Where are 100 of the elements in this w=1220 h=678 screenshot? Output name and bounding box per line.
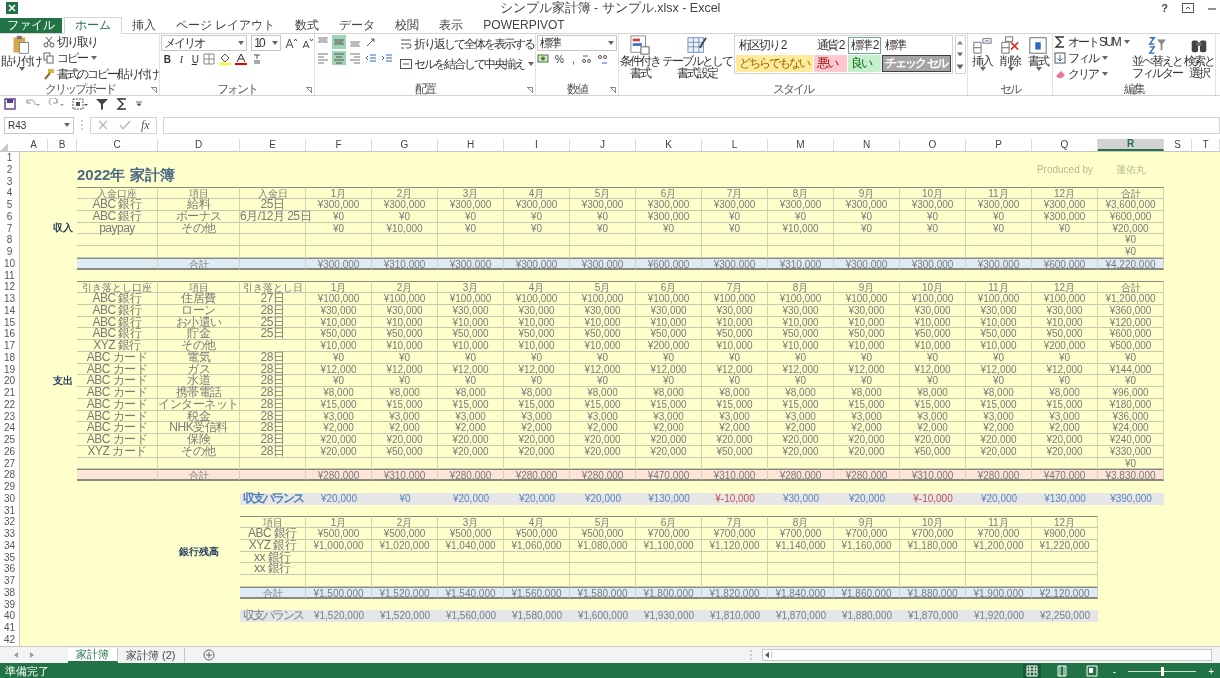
find-select-button[interactable]: 検索と 選択 — [1183, 35, 1214, 83]
clear-button[interactable]: クリア — [1053, 67, 1130, 81]
row-header[interactable]: 16 — [0, 328, 20, 340]
scroll-left-icon[interactable] — [763, 652, 772, 658]
row-header[interactable]: 21 — [0, 387, 20, 399]
increase-decimal-icon[interactable] — [581, 53, 594, 65]
row-header[interactable]: 28 — [0, 469, 20, 481]
row-header[interactable]: 5 — [0, 199, 20, 211]
merge-center-button[interactable]: セルを結合して中央揃え — [400, 57, 535, 71]
cell-style-option[interactable]: 桁区切り 2 — [736, 37, 814, 54]
ribbon-tab[interactable]: ホーム — [64, 17, 122, 34]
decrease-decimal-icon[interactable] — [597, 53, 610, 65]
fill-color-icon[interactable] — [219, 53, 232, 65]
column-header[interactable]: F — [306, 139, 372, 151]
ribbon-tab[interactable]: ページ レイアウト — [166, 18, 286, 33]
sort-filter-button[interactable]: 並べ替えと フィルター — [1131, 35, 1182, 83]
align-middle-icon[interactable] — [332, 35, 347, 49]
align-center-icon[interactable] — [332, 51, 347, 65]
column-header[interactable]: P — [966, 139, 1032, 151]
cell-style-option[interactable]: 良い — [848, 55, 882, 72]
insert-cells-button[interactable]: 挿入 — [968, 35, 995, 83]
sheet-tab[interactable]: 家計簿 (2) — [118, 647, 185, 663]
number-format-dropdown[interactable]: 標準 — [537, 35, 618, 51]
save-icon[interactable] — [4, 98, 16, 110]
column-header[interactable]: M — [768, 139, 834, 151]
dialog-launcher-icon[interactable] — [610, 87, 617, 93]
format-as-table-button[interactable]: テーブルとして 書式設定 — [662, 35, 733, 83]
ribbon-tab[interactable]: 数式 — [285, 18, 330, 33]
formula-input[interactable] — [162, 116, 1220, 134]
split-handle-icon[interactable] — [750, 650, 752, 660]
percent-button[interactable]: % — [553, 53, 564, 65]
column-header[interactable]: J — [570, 139, 636, 151]
zoom-out-button[interactable]: - — [1112, 665, 1117, 677]
select-icon[interactable] — [72, 98, 88, 110]
row-header[interactable]: 24 — [0, 422, 20, 434]
row-header[interactable]: 41 — [0, 622, 20, 634]
format-painter-button[interactable]: 書式のコピー/貼り付け — [43, 67, 159, 81]
column-header[interactable]: D — [158, 139, 240, 151]
row-header[interactable]: 25 — [0, 434, 20, 446]
format-cells-button[interactable]: 書式 — [1024, 35, 1051, 83]
column-header[interactable]: R — [1098, 139, 1164, 151]
column-header[interactable]: K — [636, 139, 702, 151]
row-header[interactable]: 37 — [0, 575, 20, 587]
sheet-tab[interactable]: 家計簿 — [68, 647, 118, 663]
name-box[interactable]: R43 — [4, 116, 74, 134]
row-header[interactable]: 9 — [0, 246, 20, 258]
column-header[interactable]: T — [1192, 139, 1220, 151]
wrap-text-button[interactable]: 折り返して全体を表示する — [400, 37, 535, 51]
column-header[interactable]: L — [702, 139, 768, 151]
column-header[interactable]: I — [504, 139, 570, 151]
column-header[interactable]: O — [900, 139, 966, 151]
shrink-font-icon[interactable] — [301, 37, 314, 49]
font-size-dropdown[interactable]: 10 — [251, 35, 282, 51]
file-tab[interactable]: ファイル — [0, 18, 62, 33]
row-header[interactable]: 20 — [0, 375, 20, 387]
currency-icon[interactable] — [537, 53, 550, 65]
zoom-in-button[interactable]: + — [1208, 665, 1214, 677]
comma-button[interactable]: , — [567, 53, 578, 65]
filter-icon[interactable] — [96, 98, 108, 110]
dialog-launcher-icon[interactable] — [527, 87, 534, 93]
autosum-button[interactable]: オート SUM — [1053, 35, 1130, 49]
column-header[interactable]: N — [834, 139, 900, 151]
font-name-dropdown[interactable]: メイリオ — [161, 35, 248, 51]
delete-cells-button[interactable]: 削除 — [996, 35, 1023, 83]
paste-button[interactable]: 貼り付け — [1, 35, 41, 83]
cell-style-option[interactable]: 標準 2 — [848, 37, 882, 54]
gallery-scrollbar[interactable] — [954, 35, 966, 74]
grow-font-icon[interactable] — [285, 37, 298, 49]
row-header[interactable]: 17 — [0, 340, 20, 352]
row-header[interactable]: 12 — [0, 281, 20, 293]
more-styles-icon[interactable] — [957, 64, 964, 70]
cell-style-option[interactable]: 標準 — [882, 37, 951, 54]
conditional-formatting-button[interactable]: 条件付き 書式 — [620, 35, 661, 83]
cell-style-option[interactable]: どちらでもない — [736, 55, 814, 72]
italic-button[interactable]: I — [175, 53, 186, 65]
ribbon-display-icon[interactable] — [1182, 2, 1194, 14]
scroll-down-icon[interactable] — [957, 52, 964, 57]
font-color-icon[interactable] — [235, 53, 248, 65]
row-header[interactable]: 40 — [0, 610, 20, 622]
ribbon-tab[interactable]: 表示 — [429, 18, 474, 33]
underline-button[interactable]: U — [189, 53, 200, 65]
normal-view-icon[interactable] — [1022, 664, 1041, 678]
cell-style-option[interactable]: 悪い — [814, 55, 848, 72]
row-header[interactable]: 1 — [0, 152, 20, 164]
cell-style-option[interactable]: 通貨 2 — [814, 37, 848, 54]
scroll-up-icon[interactable] — [957, 39, 964, 45]
row-header[interactable]: 36 — [0, 563, 20, 575]
column-header[interactable]: A — [20, 139, 48, 151]
bold-button[interactable]: B — [161, 53, 172, 65]
cancel-icon[interactable] — [97, 119, 109, 131]
ribbon-tab[interactable]: 校閲 — [385, 18, 430, 33]
column-header[interactable]: G — [372, 139, 438, 151]
copy-button[interactable]: コピー — [43, 51, 159, 65]
dialog-launcher-icon[interactable] — [151, 87, 158, 93]
zoom-slider[interactable] — [1161, 666, 1165, 676]
column-header[interactable]: B — [48, 139, 77, 151]
ribbon-tab[interactable]: データ — [329, 18, 386, 33]
row-header[interactable]: 29 — [0, 481, 20, 493]
new-sheet-icon[interactable] — [202, 649, 215, 661]
row-header[interactable]: 8 — [0, 234, 20, 246]
